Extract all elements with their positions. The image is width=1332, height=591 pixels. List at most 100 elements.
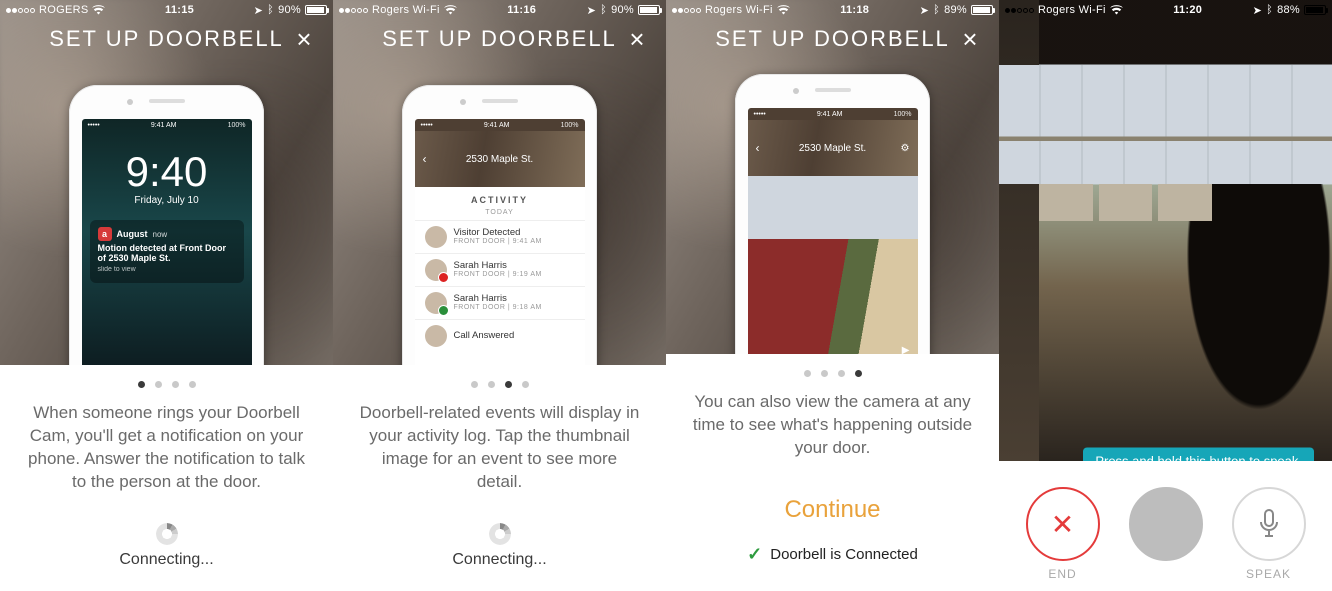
onboarding-description: You can also view the camera at any time…: [666, 377, 999, 460]
back-chevron-icon: ‹: [423, 152, 427, 166]
location-icon: ➤: [587, 4, 597, 17]
bluetooth-icon: ᛒ: [267, 4, 274, 16]
battery-pct: 90%: [278, 4, 301, 16]
lock-date: Friday, July 10: [82, 195, 252, 206]
spinner-icon: [156, 523, 178, 545]
connecting-label: Connecting...: [452, 551, 546, 569]
status-time: 11:18: [840, 4, 869, 16]
connected-label: Doorbell is Connected: [770, 546, 918, 563]
pager-dots[interactable]: [0, 381, 333, 388]
continue-button[interactable]: Continue: [784, 496, 880, 523]
phone-screen-camera: •••••9:41 AM100% ‹ 2530 Maple St. ⚙: [748, 108, 918, 354]
battery-pct: 90%: [611, 4, 634, 16]
onboarding-pane-3: Rogers Wi-Fi 11:18 ➤ ᛒ 89% SET UP DOORBE…: [666, 0, 999, 591]
connecting-status: Connecting...: [0, 523, 333, 591]
signal-dots-icon: [339, 8, 368, 13]
connecting-status: Connecting...: [333, 523, 666, 591]
close-button[interactable]: ×: [624, 26, 650, 52]
snapshot-button[interactable]: [1129, 487, 1203, 561]
gear-icon: ⚙: [901, 143, 910, 154]
location-icon: ➤: [1253, 4, 1263, 17]
hero-image: SET UP DOORBELL × •••••9:41 AM100% ‹ 253…: [666, 0, 999, 354]
connecting-label: Connecting...: [119, 551, 213, 569]
notif-app-name: August: [117, 229, 148, 239]
speak-label: SPEAK: [1246, 567, 1291, 581]
phone-mockup: •••••9:41 AM100% ‹ 2530 Maple St. ⚙: [735, 74, 930, 354]
address-label: 2530 Maple St.: [799, 143, 866, 154]
page-title: SET UP DOORBELL: [715, 26, 950, 52]
live-view-pane: Rogers Wi-Fi 11:20 ➤ ᛒ 88% Press and hol…: [999, 0, 1332, 591]
phone-screen-activity: •••••9:41 AM100% ‹ 2530 Maple St. ACTIVI…: [415, 119, 585, 365]
activity-day-label: TODAY: [415, 209, 585, 220]
wifi-icon: [1110, 5, 1123, 15]
battery-icon: [1304, 5, 1326, 15]
close-icon: ✕: [1051, 508, 1074, 541]
end-call-button[interactable]: ✕: [1026, 487, 1100, 561]
status-time: 11:20: [1173, 4, 1202, 16]
onboarding-pane-2: Rogers Wi-Fi 11:16 ➤ ᛒ 90% SET UP DOORBE…: [333, 0, 666, 591]
carrier-label: Rogers Wi-Fi: [372, 4, 440, 16]
back-chevron-icon: ‹: [756, 141, 760, 155]
connected-status: ✓ Doorbell is Connected: [666, 524, 999, 591]
notif-when: now: [153, 230, 168, 239]
speak-tooltip: Press and hold this button to speak.: [1083, 448, 1314, 462]
camera-preview: [748, 176, 918, 354]
location-icon: ➤: [920, 4, 930, 17]
location-icon: ➤: [254, 4, 264, 17]
status-time: 11:16: [507, 4, 536, 16]
phone-mockup: •••••9:41 AM100% 9:40 Friday, July 10 a …: [69, 85, 264, 365]
wifi-icon: [92, 5, 105, 15]
carrier-label: Rogers Wi-Fi: [1038, 4, 1106, 16]
page-title: SET UP DOORBELL: [382, 26, 617, 52]
bluetooth-icon: ᛒ: [933, 4, 940, 16]
onboarding-description: Doorbell-related events will display in …: [333, 388, 666, 494]
battery-icon: [971, 5, 993, 15]
carrier-label: Rogers Wi-Fi: [705, 4, 773, 16]
status-bar: Rogers Wi-Fi 11:18 ➤ ᛒ 89%: [666, 0, 999, 20]
onboarding-description: When someone rings your Doorbell Cam, yo…: [0, 388, 333, 494]
battery-icon: [638, 5, 660, 15]
status-bar: Rogers Wi-Fi 11:16 ➤ ᛒ 90%: [333, 0, 666, 20]
phone-screen-lockscreen: •••••9:41 AM100% 9:40 Friday, July 10 a …: [82, 119, 252, 365]
onboarding-pane-1: ROGERS 11:15 ➤ ᛒ 90% SET UP DOORBELL × •…: [0, 0, 333, 591]
page-title: SET UP DOORBELL: [49, 26, 284, 52]
app-icon: a: [98, 227, 112, 241]
activity-row: Visitor DetectedFRONT DOOR | 9:41 AM: [415, 220, 585, 253]
live-camera-feed[interactable]: Press and hold this button to speak.: [999, 0, 1332, 461]
status-bar: Rogers Wi-Fi 11:20 ➤ ᛒ 88%: [999, 0, 1332, 20]
end-label: END: [1048, 567, 1076, 581]
pager-dots[interactable]: [666, 370, 999, 377]
signal-dots-icon: [1005, 8, 1034, 13]
activity-row: Sarah HarrisFRONT DOOR | 9:19 AM: [415, 253, 585, 286]
signal-dots-icon: [672, 8, 701, 13]
call-controls: ✕ END SPEAK: [999, 461, 1332, 591]
microphone-icon: [1257, 509, 1281, 539]
spinner-icon: [489, 523, 511, 545]
lock-time: 9:40: [82, 151, 252, 193]
battery-icon: [305, 5, 327, 15]
notification-card: a August now Motion detected at Front Do…: [90, 220, 244, 283]
wifi-icon: [777, 5, 790, 15]
address-label: 2530 Maple St.: [466, 154, 533, 165]
status-bar: ROGERS 11:15 ➤ ᛒ 90%: [0, 0, 333, 20]
activity-row: Sarah HarrisFRONT DOOR | 9:18 AM: [415, 286, 585, 319]
activity-row: Call Answered: [415, 319, 585, 352]
hero-image: SET UP DOORBELL × •••••9:41 AM100% ‹ 253…: [333, 0, 666, 365]
signal-dots-icon: [6, 8, 35, 13]
phone-mockup: •••••9:41 AM100% ‹ 2530 Maple St. ACTIVI…: [402, 85, 597, 365]
bluetooth-icon: ᛒ: [600, 4, 607, 16]
wifi-icon: [444, 5, 457, 15]
hero-image: SET UP DOORBELL × •••••9:41 AM100% 9:40 …: [0, 0, 333, 365]
battery-pct: 89%: [944, 4, 967, 16]
activity-section-header: ACTIVITY: [415, 187, 585, 209]
carrier-label: ROGERS: [39, 4, 88, 16]
battery-pct: 88%: [1277, 4, 1300, 16]
notif-slide-hint: slide to view: [98, 266, 236, 273]
bluetooth-icon: ᛒ: [1266, 4, 1273, 16]
close-button[interactable]: ×: [291, 26, 317, 52]
speak-button[interactable]: [1232, 487, 1306, 561]
pager-dots[interactable]: [333, 381, 666, 388]
close-button[interactable]: ×: [957, 26, 983, 52]
status-time: 11:15: [165, 4, 194, 16]
check-icon: ✓: [747, 544, 762, 565]
